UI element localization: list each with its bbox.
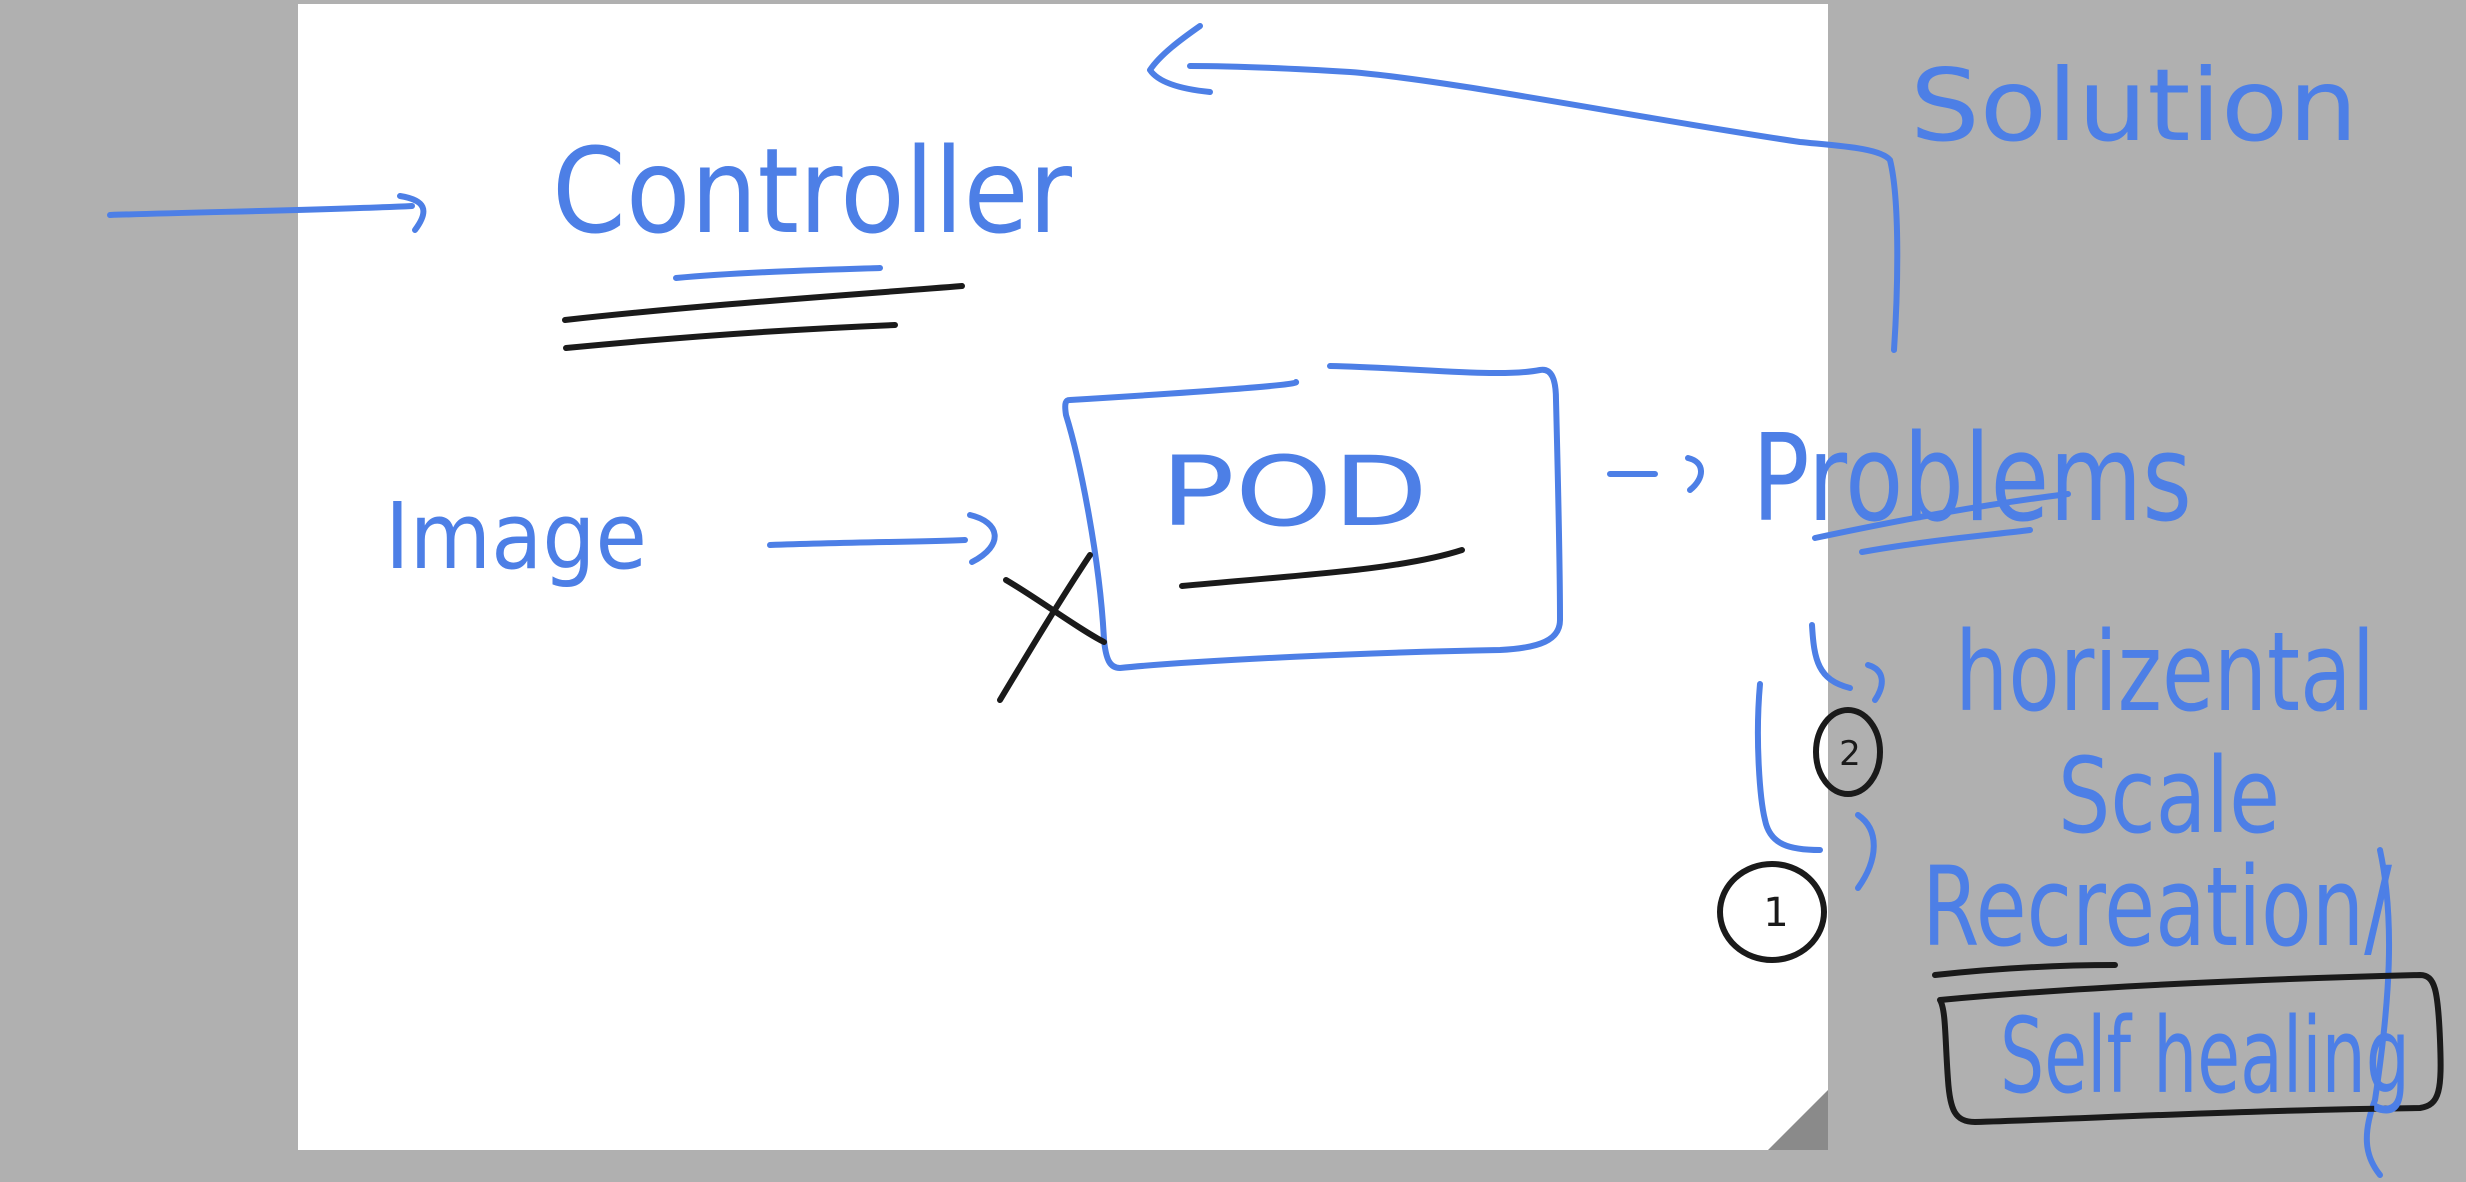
label-scale: Scale xyxy=(2058,735,2280,857)
drawing-canvas[interactable]: 2 1 Controller Image POD Problems Soluti… xyxy=(0,0,2466,1182)
label-horizontal: horizental xyxy=(1955,608,2375,736)
label-image: Image xyxy=(385,483,647,590)
marker-number-one: 1 xyxy=(1763,890,1788,936)
label-pod: POD xyxy=(1160,436,1428,548)
label-self-healing: Self healing xyxy=(2000,995,2410,1117)
label-controller: Controller xyxy=(552,122,1072,260)
label-solution: Solution xyxy=(1910,47,2358,164)
label-problems: Problems xyxy=(1752,410,2192,549)
label-recreation: Recreation/ xyxy=(1922,843,2393,971)
whiteboard-workspace[interactable]: 2 1 Controller Image POD Problems Soluti… xyxy=(0,0,2466,1182)
marker-number-two: 2 xyxy=(1839,734,1861,774)
problem-bracket-3 xyxy=(1855,812,1877,891)
